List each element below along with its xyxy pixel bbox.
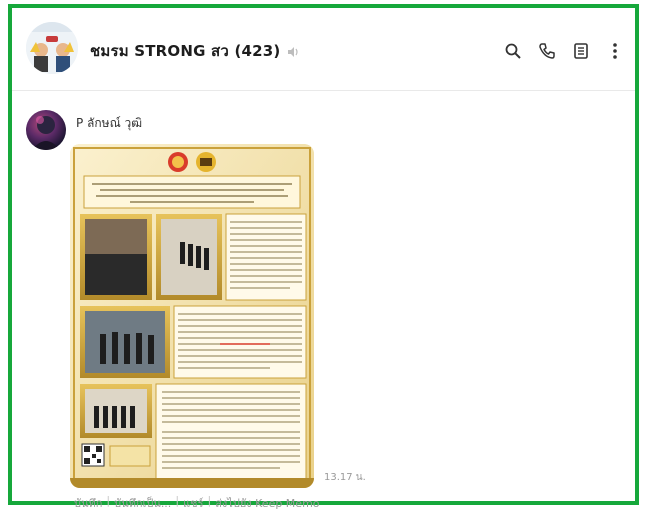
- save-as-action[interactable]: บันทึกเป็น...: [114, 494, 171, 512]
- separator: |: [207, 494, 212, 507]
- announcement-poster-image: [70, 144, 314, 488]
- mute-speaker-icon: [286, 44, 300, 58]
- phone-call-icon[interactable]: [537, 41, 557, 61]
- save-action[interactable]: บันทึก: [74, 494, 102, 512]
- search-icon[interactable]: [503, 41, 523, 61]
- separator: |: [175, 494, 180, 507]
- send-to-keep-memo-action[interactable]: ส่งไปยัง Keep Memo: [215, 494, 319, 512]
- separator: |: [106, 494, 111, 507]
- message-timestamp: 13.17 น.: [324, 472, 366, 483]
- more-options-icon[interactable]: [605, 41, 625, 61]
- group-avatar[interactable]: [26, 22, 78, 74]
- chat-header: ชมรม STRONG สว (423): [12, 8, 635, 91]
- image-actions-bar: บันทึก | บันทึกเป็น... | แชร์ | ส่งไปยัง…: [74, 494, 320, 512]
- sender-avatar[interactable]: [26, 110, 66, 150]
- sender-name: P ลักษณ์ วุฒิ: [76, 116, 143, 130]
- chat-window: ชมรม STRONG สว (423) P ลักษณ์ วุฒิ 13.17…: [8, 4, 639, 510]
- group-title[interactable]: ชมรม STRONG สว (423): [90, 39, 280, 63]
- image-message[interactable]: [70, 144, 314, 488]
- share-action[interactable]: แชร์: [183, 494, 203, 512]
- notes-icon[interactable]: [571, 41, 591, 61]
- group-avatar-image: [26, 22, 78, 74]
